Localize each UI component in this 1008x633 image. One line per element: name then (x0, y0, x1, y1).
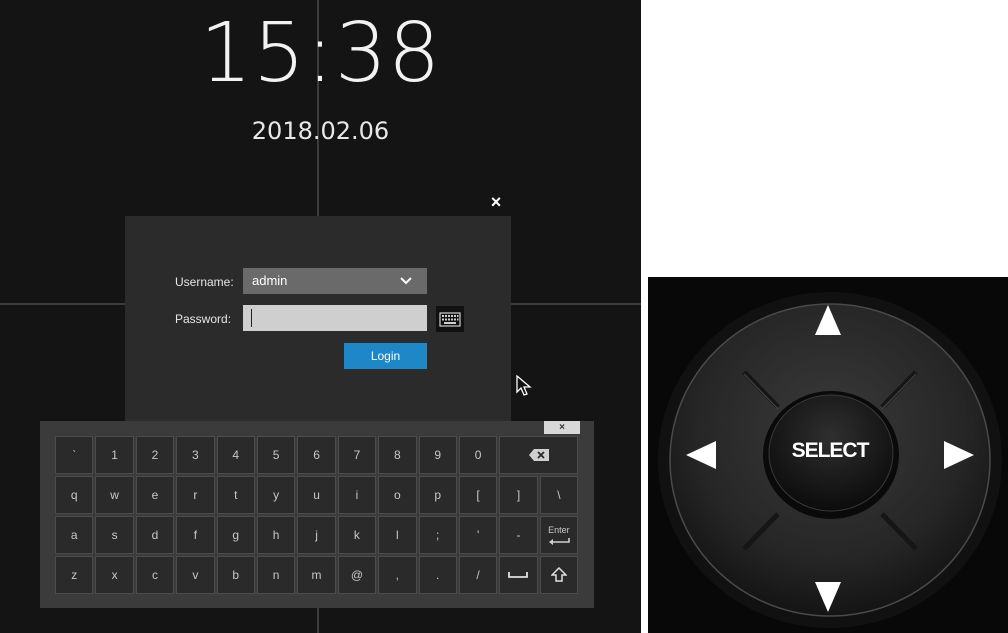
key[interactable]: 1 (95, 436, 134, 474)
key[interactable]: l (378, 516, 417, 554)
on-screen-keyboard: × ` 1 2 3 4 5 6 7 8 9 0 q w e r t y u i … (40, 421, 594, 608)
keyboard-toggle-button[interactable] (436, 306, 464, 332)
key[interactable]: n (256, 556, 296, 594)
nvr-screen: 15:38 2018.02.06 × Username: admin Passw… (0, 0, 641, 633)
key[interactable]: ; (418, 516, 457, 554)
key[interactable]: 6 (297, 436, 336, 474)
key[interactable]: k (337, 516, 377, 554)
login-close-button[interactable]: × (486, 192, 506, 212)
key[interactable]: u (297, 476, 336, 514)
text-caret (251, 309, 252, 327)
keyboard-row-1: ` 1 2 3 4 5 6 7 8 9 0 (55, 436, 579, 474)
shift-key[interactable] (539, 556, 579, 594)
key[interactable]: z (55, 556, 94, 594)
space-key[interactable] (499, 556, 538, 594)
key[interactable]: b (216, 556, 255, 594)
keyboard-row-3: a s d f g h j k l ; ' - Enter (55, 516, 579, 554)
key[interactable]: / (458, 556, 498, 594)
key[interactable]: ] (499, 476, 538, 514)
key[interactable]: i (337, 476, 377, 514)
key[interactable]: - (499, 516, 538, 554)
key[interactable]: 2 (135, 436, 175, 474)
key[interactable]: e (135, 476, 175, 514)
key[interactable]: 0 (458, 436, 498, 474)
key[interactable]: 8 (378, 436, 417, 474)
key[interactable]: o (378, 476, 417, 514)
key[interactable]: d (135, 516, 175, 554)
key[interactable]: 3 (176, 436, 215, 474)
key[interactable]: v (176, 556, 215, 594)
mouse-cursor-icon (516, 375, 532, 396)
keyboard-icon (439, 312, 461, 327)
space-icon (508, 572, 529, 578)
select-button-label[interactable]: SELECT (648, 439, 1008, 463)
clock-date: 2018.02.06 (251, 117, 390, 145)
username-value: admin (252, 273, 288, 288)
key[interactable]: c (135, 556, 175, 594)
key[interactable]: @ (337, 556, 377, 594)
password-input[interactable] (243, 305, 427, 331)
login-dialog: Username: admin Password: Login (125, 216, 511, 426)
key[interactable]: m (297, 556, 336, 594)
backspace-icon (528, 449, 549, 461)
keyboard-close-button[interactable]: × (544, 421, 580, 434)
key[interactable]: f (176, 516, 215, 554)
key[interactable]: w (95, 476, 134, 514)
key[interactable]: g (216, 516, 255, 554)
keyboard-row-4: z x c v b n m @ , . / (55, 556, 579, 594)
key[interactable]: , (378, 556, 417, 594)
username-label: Username: (175, 275, 234, 289)
key[interactable]: q (55, 476, 94, 514)
key[interactable]: p (418, 476, 457, 514)
chevron-down-icon (400, 277, 412, 285)
key[interactable]: r (176, 476, 215, 514)
key[interactable]: . (418, 556, 457, 594)
key[interactable]: 7 (337, 436, 377, 474)
key[interactable]: t (216, 476, 255, 514)
key[interactable]: 5 (256, 436, 296, 474)
password-label: Password: (175, 312, 232, 326)
enter-label: Enter (548, 524, 570, 535)
login-button[interactable]: Login (344, 343, 427, 369)
remote-dpad-photo: SELECT (648, 277, 1008, 633)
enter-key[interactable]: Enter (539, 516, 579, 554)
key[interactable]: x (95, 556, 134, 594)
key[interactable]: s (95, 516, 134, 554)
key[interactable]: 4 (216, 436, 255, 474)
key[interactable]: 9 (418, 436, 457, 474)
keyboard-row-2: q w e r t y u i o p [ ] \ (55, 476, 579, 514)
key[interactable]: \ (539, 476, 579, 514)
key[interactable]: ` (55, 436, 94, 474)
backspace-key[interactable] (499, 436, 579, 474)
key[interactable]: j (297, 516, 336, 554)
key[interactable]: a (55, 516, 94, 554)
enter-icon (548, 537, 570, 545)
username-select[interactable]: admin (243, 268, 427, 294)
key[interactable]: ' (458, 516, 498, 554)
key[interactable]: y (256, 476, 296, 514)
clock-time: 15:38 (199, 6, 442, 101)
shift-icon (550, 567, 567, 582)
key[interactable]: [ (458, 476, 498, 514)
key[interactable]: h (256, 516, 296, 554)
